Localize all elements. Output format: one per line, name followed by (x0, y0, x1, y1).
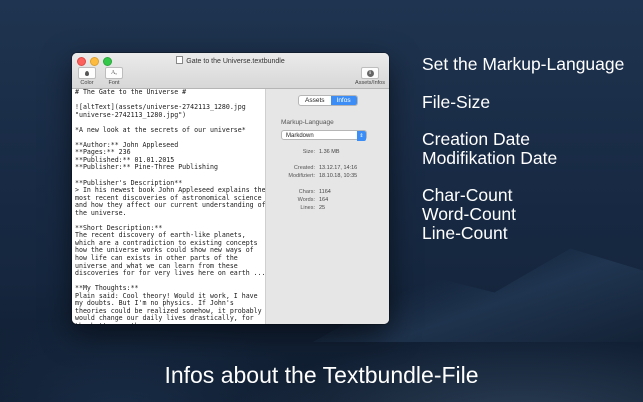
tab-assets[interactable]: Assets (299, 96, 331, 105)
infos-content: Markup-Language Markdown ⇕ Size: 1.36 MB… (281, 112, 381, 211)
markup-select-value: Markdown (286, 133, 314, 139)
words-label: Words: (297, 196, 315, 203)
page-caption: Infos about the Textbundle-File (164, 362, 479, 388)
color-button[interactable] (78, 67, 96, 79)
feature-modification-date: Modifikation Date (422, 148, 558, 168)
markup-select[interactable]: Markdown ⇕ (281, 130, 367, 141)
feature-word-count: Word-Count (422, 204, 517, 224)
lines-value: 25 (319, 205, 326, 212)
size-value: 1.36 MB (319, 149, 340, 156)
lines-label: Lines: (300, 205, 315, 212)
font-icon: Aₓ (110, 70, 118, 76)
info-icon: i (366, 69, 374, 77)
inspector-tabs: Assets Infos (298, 95, 358, 106)
color-tool[interactable]: Color (78, 67, 96, 86)
created-value: 13.12.17, 14:16 (319, 164, 358, 171)
color-drop-icon (85, 70, 89, 76)
chars-row: Chars: 1164 (281, 189, 381, 195)
feature-line-count: Line-Count (422, 223, 508, 243)
font-button[interactable]: Aₓ (105, 67, 123, 79)
modified-label: Modifiziert: (288, 173, 315, 180)
tab-infos[interactable]: Infos (330, 96, 357, 105)
chevron-updown-icon: ⇕ (357, 131, 366, 141)
chars-label: Chars: (298, 188, 315, 195)
words-row: Words: 164 (281, 197, 381, 203)
assets-infos-tool[interactable]: i Assets/Infos (355, 67, 385, 86)
feature-filesize: File-Size (422, 92, 491, 112)
assets-infos-button[interactable]: i (361, 67, 380, 79)
font-label: Font (108, 80, 120, 86)
created-label: Created: (293, 164, 315, 171)
font-tool[interactable]: Aₓ Font (105, 67, 123, 86)
feature-char-count: Char-Count (422, 185, 513, 205)
created-row: Created: 13.12.17, 14:16 (281, 165, 381, 171)
app-window: Gate to the Universe.textbundle Color Aₓ… (72, 53, 389, 324)
lines-row: Lines: 25 (281, 205, 381, 211)
chars-value: 1164 (319, 188, 331, 195)
feature-creation-date: Creation Date (422, 129, 530, 149)
color-label: Color (80, 80, 94, 86)
words-value: 164 (319, 196, 329, 203)
assets-infos-label: Assets/Infos (355, 80, 385, 86)
markup-heading: Markup-Language (281, 119, 334, 126)
size-label: Size: (302, 149, 315, 156)
modified-value: 18.10.18, 10:35 (319, 173, 358, 180)
editor-text[interactable]: # The Gate to the Universe # ![altText](… (75, 89, 265, 324)
window-title: Gate to the Universe.textbundle (186, 58, 285, 65)
markdown-editor[interactable]: # The Gate to the Universe # ![altText](… (72, 89, 265, 324)
feature-markup: Set the Markup-Language (422, 54, 625, 74)
inspector-panel: Assets Infos Markup-Language Markdown ⇕ … (266, 89, 389, 324)
document-icon (176, 56, 184, 64)
window-titlebar: Gate to the Universe.textbundle Color Aₓ… (72, 53, 389, 89)
window-title-wrap: Gate to the Universe.textbundle (72, 56, 389, 65)
